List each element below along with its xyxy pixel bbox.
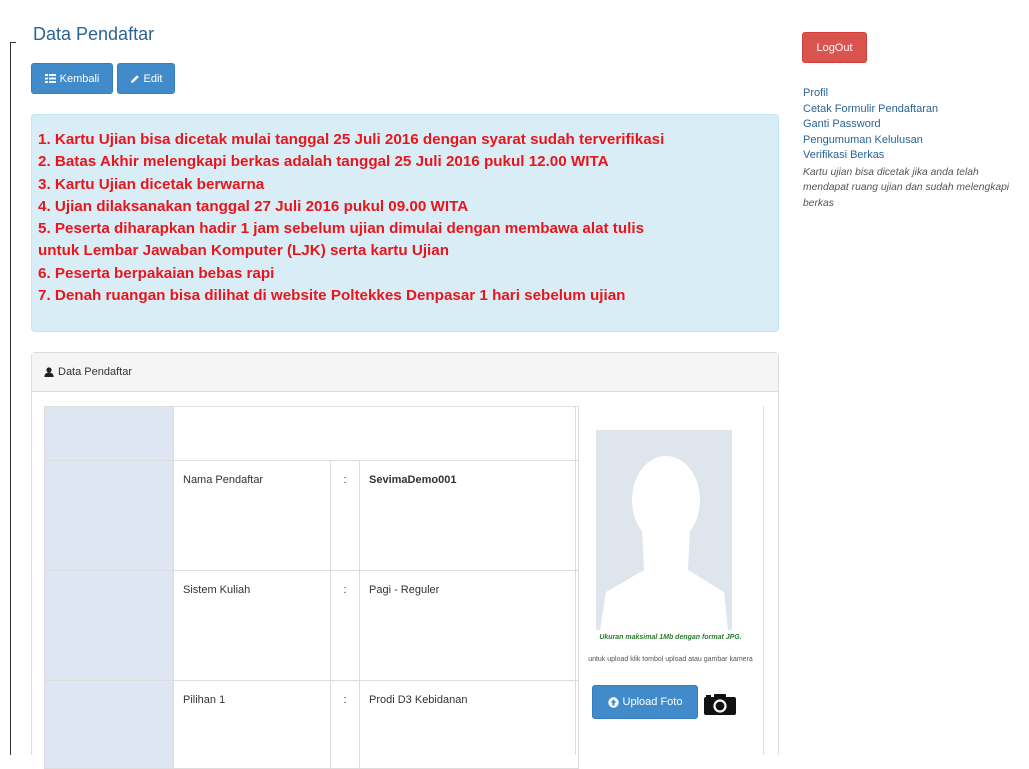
- exam-card-note: Kartu ujian bisa dicetak jika anda telah…: [803, 166, 1010, 209]
- edit-button[interactable]: Edit: [117, 63, 175, 94]
- sidebar-link-change-password[interactable]: Ganti Password: [803, 117, 1023, 133]
- pencil-icon: [130, 74, 139, 83]
- stripe-cell: [44, 406, 174, 461]
- logout-button[interactable]: LogOut: [802, 32, 867, 63]
- photo-upload-note: untuk upload klik tombol upload atau gam…: [588, 656, 753, 663]
- exam-notice-box: 1. Kartu Ujian bisa dicetak mulai tangga…: [31, 114, 779, 332]
- sidebar-link-graduation[interactable]: Pengumuman Kelulusan: [803, 133, 1023, 149]
- notice-line: 5. Peserta diharapkan hadir 1 jam sebelu…: [38, 220, 645, 238]
- upload-circle-icon: [607, 696, 619, 708]
- header-cell: [173, 406, 579, 461]
- page-title: Data Pendaftar: [33, 24, 155, 44]
- applicant-name-value: SevimaDemo001: [359, 460, 579, 571]
- back-button-label: Kembali: [59, 72, 100, 85]
- notice-line: 2. Batas Akhir melengkapi berkas adalah …: [38, 153, 609, 171]
- upload-photo-button[interactable]: Upload Foto: [592, 685, 698, 719]
- left-border-line: [10, 42, 11, 755]
- sidebar-link-profile[interactable]: Profil: [803, 86, 1023, 102]
- applicant-table: Nama Pendaftar : SevimaDemo001 Sistem Ku…: [44, 406, 579, 769]
- row-label: Nama Pendaftar: [173, 460, 331, 571]
- photo-size-note: Ukuran maksimal 1Mb dengan format JPG.: [599, 634, 742, 641]
- row-label: Pilihan 1: [173, 680, 331, 769]
- edit-button-label: Edit: [143, 72, 163, 85]
- row-separator: :: [330, 460, 360, 571]
- stripe-cell: [44, 680, 174, 769]
- sidebar-link-print-form[interactable]: Cetak Formulir Pendaftaran: [803, 102, 1023, 118]
- sidebar-menu: Profil Cetak Formulir Pendaftaran Ganti …: [803, 86, 1023, 211]
- notice-line: 3. Kartu Ujian dicetak berwarna: [38, 175, 265, 193]
- notice-line: 6. Peserta berpakaian bebas rapi: [38, 264, 275, 282]
- row-label: Sistem Kuliah: [173, 570, 331, 681]
- notice-line: 1. Kartu Ujian bisa dicetak mulai tangga…: [38, 131, 665, 148]
- study-system-value: Pagi - Reguler: [359, 570, 579, 681]
- first-choice-value: Prodi D3 Kebidanan: [359, 680, 579, 769]
- user-icon: [44, 367, 54, 377]
- list-icon: [44, 74, 56, 83]
- table-header-row: [44, 406, 579, 461]
- panel-heading-label: Data Pendaftar: [58, 366, 132, 378]
- stripe-cell: [44, 460, 174, 571]
- notice-line: 7. Denah ruangan bisa dilihat di website…: [38, 287, 626, 305]
- notice-line: 4. Ujian dilaksanakan tanggal 27 Juli 20…: [38, 197, 469, 215]
- left-border-tick: [10, 42, 16, 43]
- table-row: Sistem Kuliah : Pagi - Reguler: [44, 570, 579, 681]
- person-silhouette-icon: [596, 430, 732, 630]
- back-button[interactable]: Kembali: [31, 63, 113, 94]
- sidebar-link-verify-files[interactable]: Verifikasi Berkas: [803, 148, 1023, 164]
- panel-heading: Data Pendaftar: [32, 353, 778, 392]
- upload-photo-label: Upload Foto: [622, 696, 683, 708]
- photo-column: Ukuran maksimal 1Mb dengan format JPG. u…: [575, 406, 764, 755]
- row-separator: :: [330, 570, 360, 681]
- row-separator: :: [330, 680, 360, 769]
- table-row: Nama Pendaftar : SevimaDemo001: [44, 460, 579, 571]
- table-row: Pilihan 1 : Prodi D3 Kebidanan: [44, 680, 579, 769]
- stripe-cell: [44, 570, 174, 681]
- profile-photo-placeholder: [596, 430, 732, 630]
- notice-line: untuk Lembar Jawaban Komputer (LJK) sert…: [38, 242, 449, 260]
- camera-icon[interactable]: [703, 693, 737, 715]
